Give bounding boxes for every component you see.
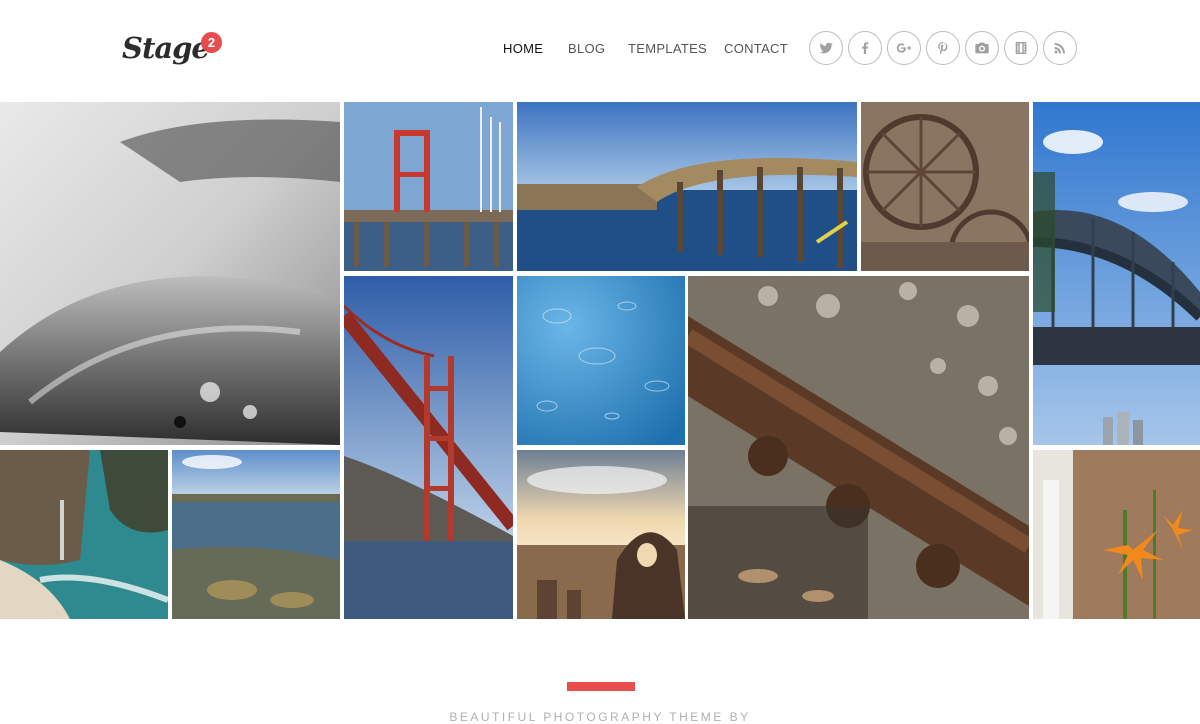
nav-templates[interactable]: TEMPLATES xyxy=(628,40,707,58)
photo-orange-lily[interactable] xyxy=(1033,450,1200,619)
photo-golden-gate[interactable] xyxy=(344,276,513,619)
film-icon[interactable] xyxy=(1004,31,1038,65)
photo-shallow-sea[interactable] xyxy=(172,450,340,619)
photo-raindrops[interactable] xyxy=(517,276,685,445)
accent-divider xyxy=(567,682,635,691)
site-header: Stage 2 HOME BLOG TEMPLATES CONTACT xyxy=(0,0,1200,100)
camera-icon[interactable] xyxy=(965,31,999,65)
site-logo[interactable]: Stage 2 xyxy=(122,28,222,68)
photo-sunset-arch[interactable] xyxy=(517,450,685,619)
twitter-icon[interactable] xyxy=(809,31,843,65)
logo-text: Stage xyxy=(122,31,210,65)
logo-badge: 2 xyxy=(201,32,222,53)
photo-red-tower[interactable] xyxy=(344,102,513,271)
photo-rusty-wheels[interactable] xyxy=(861,102,1029,271)
facebook-icon[interactable] xyxy=(848,31,882,65)
rss-icon[interactable] xyxy=(1043,31,1077,65)
nav-home[interactable]: HOME xyxy=(503,40,543,58)
pinterest-icon[interactable] xyxy=(926,31,960,65)
photo-wooden-bridge[interactable] xyxy=(517,102,857,271)
google-plus-icon[interactable] xyxy=(887,31,921,65)
photo-harbour-bridge[interactable] xyxy=(1033,102,1200,445)
photo-railway-bolts[interactable] xyxy=(688,276,1029,619)
photo-weathered-pipe[interactable] xyxy=(0,102,340,445)
nav-contact[interactable]: CONTACT xyxy=(724,40,788,58)
photo-gallery xyxy=(0,102,1200,619)
photo-waterfall-cove[interactable] xyxy=(0,450,168,619)
nav-blog[interactable]: BLOG xyxy=(568,40,605,58)
